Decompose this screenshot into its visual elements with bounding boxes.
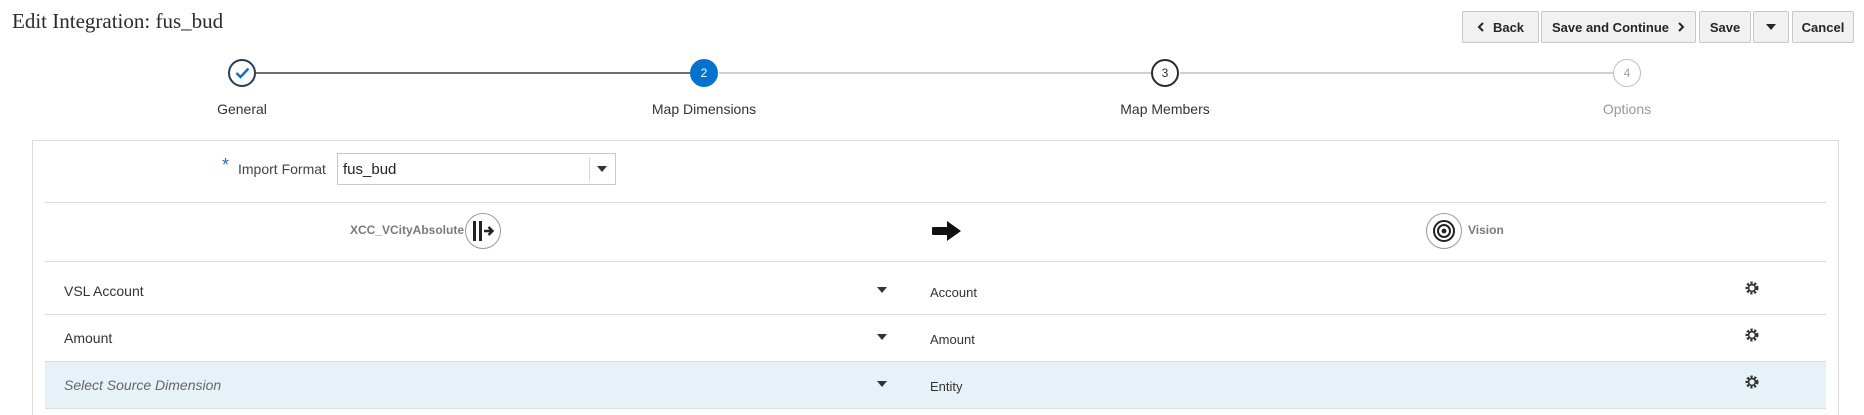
save-and-continue-button[interactable]: Save and Continue [1541, 11, 1696, 43]
source-dimension-placeholder[interactable]: Select Source Dimension [64, 377, 221, 393]
caret-down-icon [1766, 24, 1776, 30]
source-application-name: XCC_VCityAbsolute [350, 223, 465, 237]
back-button-label: Back [1492, 19, 1525, 35]
target-application-icon [1426, 213, 1462, 249]
target-dimension-label: Account [930, 285, 977, 300]
cancel-button-label: Cancel [1801, 19, 1845, 35]
required-indicator: * [222, 155, 230, 175]
gear-icon[interactable] [1745, 375, 1759, 389]
target-icon [1433, 220, 1455, 242]
train-connector-done [256, 72, 690, 74]
target-dimension-label: Entity [930, 379, 963, 394]
train-connector-pending [719, 72, 1151, 74]
source-dimension-value[interactable]: VSL Account [64, 283, 144, 299]
import-arrow-icon [473, 221, 495, 241]
import-format-value: fus_bud [343, 161, 397, 178]
mapping-arrow-icon [932, 221, 961, 241]
gear-icon[interactable] [1745, 328, 1759, 342]
train-label-map-members[interactable]: Map Members [1120, 101, 1209, 117]
page-title: Edit Integration: fus_bud [12, 9, 224, 33]
back-button[interactable]: Back [1462, 11, 1539, 43]
train-stop-map-members[interactable]: 3 [1151, 59, 1179, 87]
caret-down-icon[interactable] [877, 287, 887, 293]
train-stop-map-dimensions[interactable]: 2 [690, 59, 718, 87]
train-stop-number: 2 [700, 66, 708, 80]
import-format-label: Import Format [238, 161, 326, 177]
target-application-name: Vision [1468, 223, 1504, 237]
train-label-options: Options [1602, 101, 1652, 117]
train-stop-number: 4 [1623, 66, 1631, 80]
save-button-label: Save [1709, 19, 1741, 35]
import-format-select[interactable]: fus_bud [337, 153, 616, 185]
divider [45, 202, 1826, 203]
chevron-left-icon [1477, 22, 1484, 32]
source-application-icon [465, 213, 501, 249]
mapping-row-selected: Select Source Dimension Entity [45, 362, 1826, 409]
target-dimension-label: Amount [930, 332, 975, 347]
caret-down-icon[interactable] [877, 334, 887, 340]
divider [45, 261, 1826, 262]
cancel-button[interactable]: Cancel [1792, 11, 1854, 43]
chevron-right-icon [1678, 22, 1685, 32]
mapping-row: VSL Account Account [45, 268, 1826, 315]
train-label-map-dimensions[interactable]: Map Dimensions [652, 101, 756, 117]
train-connector-pending [1180, 72, 1613, 74]
checkmark-icon [235, 67, 249, 79]
train-stop-general[interactable] [228, 59, 256, 87]
mapping-row: Amount Amount [45, 315, 1826, 362]
save-and-continue-label: Save and Continue [1551, 19, 1670, 35]
gear-icon[interactable] [1745, 281, 1759, 295]
train-label-general[interactable]: General [217, 101, 267, 117]
caret-down-icon[interactable] [597, 166, 607, 172]
source-dimension-value[interactable]: Amount [64, 330, 112, 346]
caret-down-icon[interactable] [877, 381, 887, 387]
save-options-button[interactable] [1753, 11, 1789, 43]
train-stop-options: 4 [1613, 59, 1641, 87]
save-button[interactable]: Save [1699, 11, 1751, 43]
select-divider [589, 157, 590, 181]
train-stop-number: 3 [1161, 66, 1169, 80]
